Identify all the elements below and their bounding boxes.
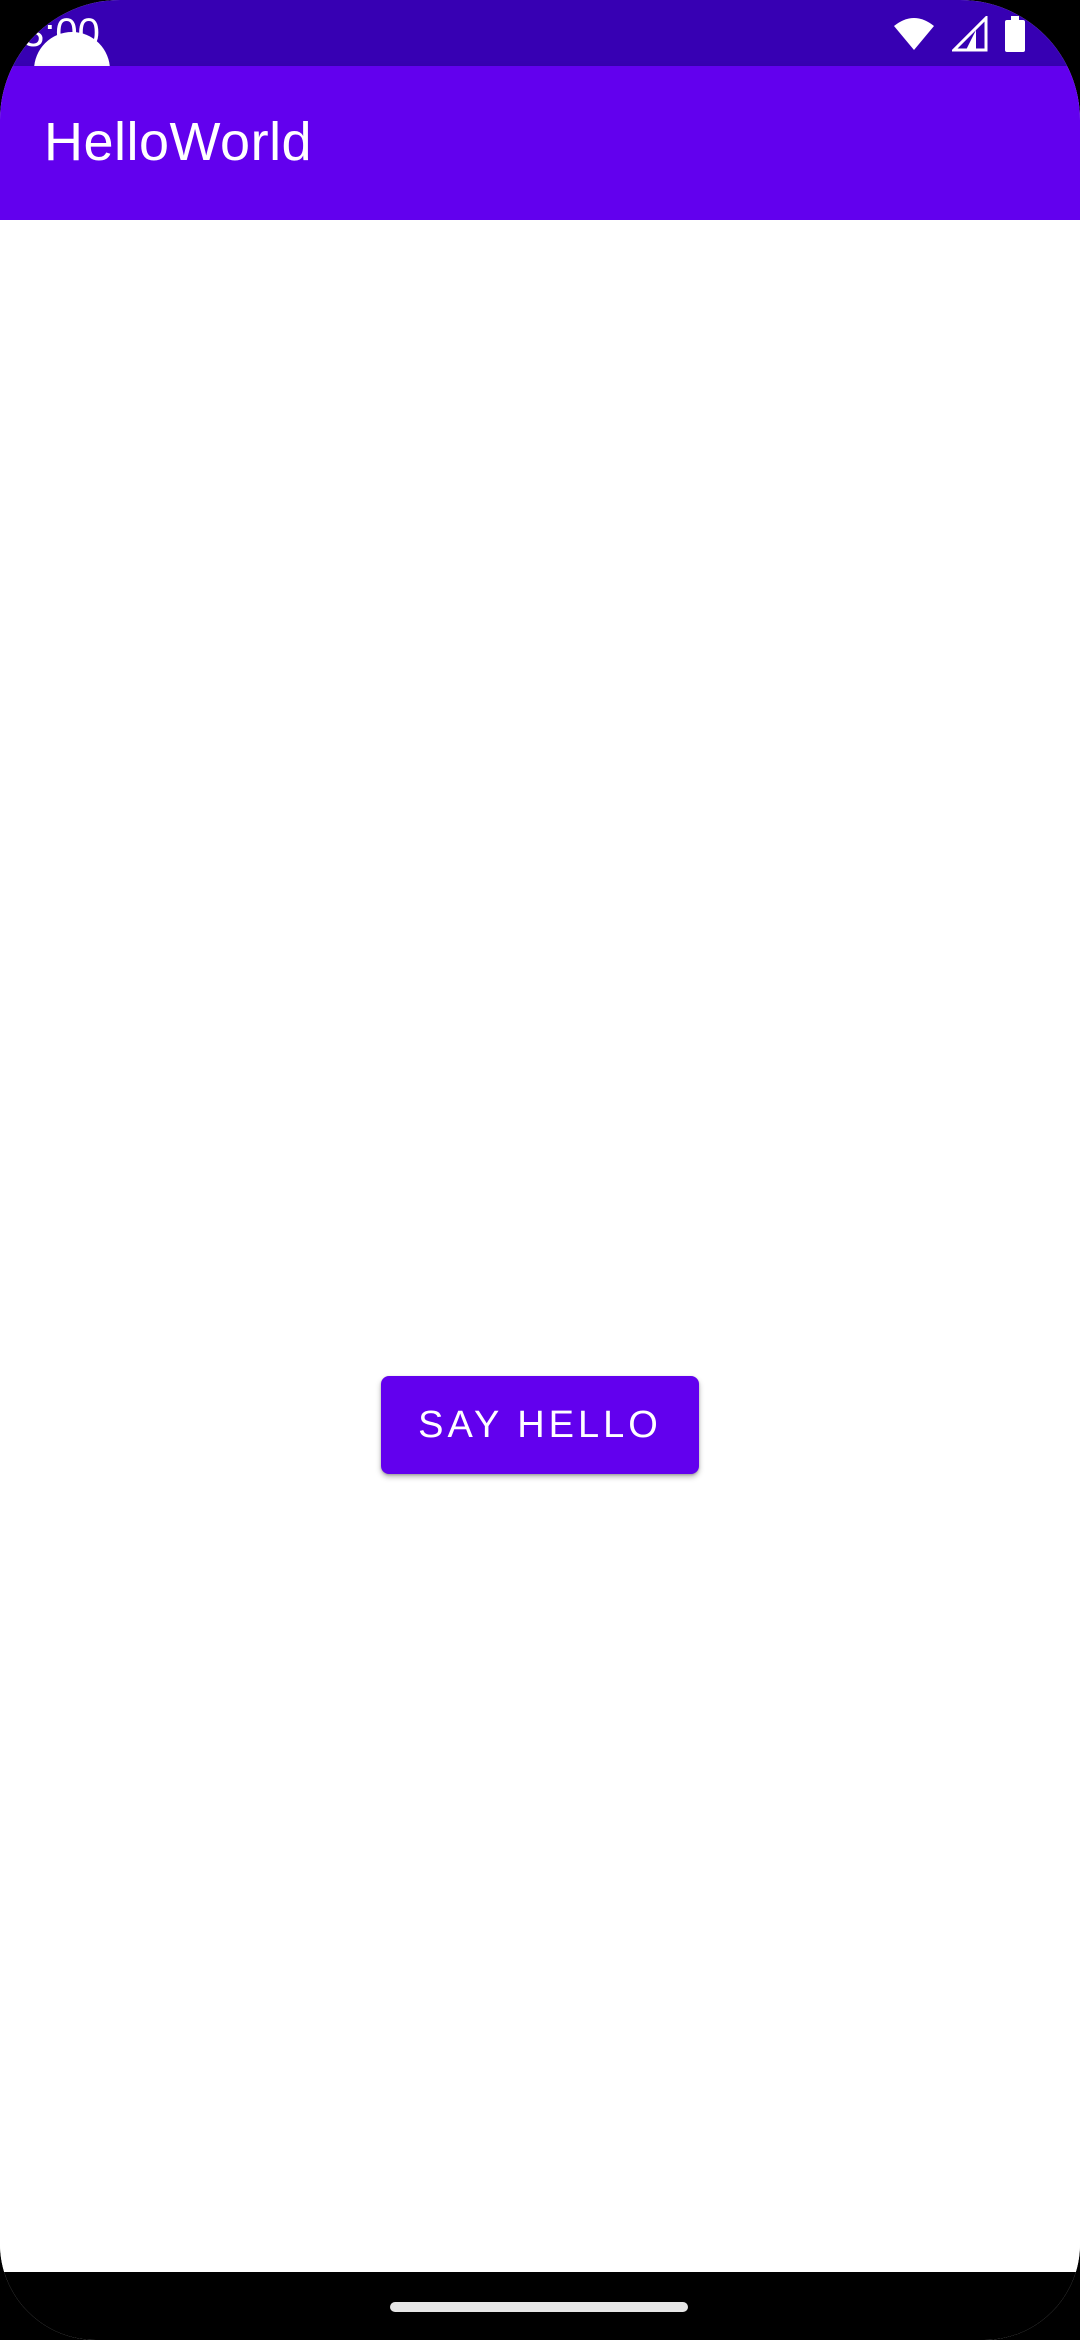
say-hello-button[interactable]: Say Hello [381,1376,699,1474]
app-bar: HelloWorld [0,66,1080,220]
wifi-icon [892,16,936,52]
phone-screen: 3:00 [0,0,1080,2340]
app-title: HelloWorld [44,112,313,172]
status-icons [892,14,1026,54]
battery-icon [1004,16,1026,52]
home-handle[interactable] [390,2302,688,2312]
main-content [0,220,1080,2272]
status-bar: 3:00 [0,0,1080,66]
cellular-signal-icon [952,16,988,52]
app-window: 3:00 [0,0,1080,2340]
